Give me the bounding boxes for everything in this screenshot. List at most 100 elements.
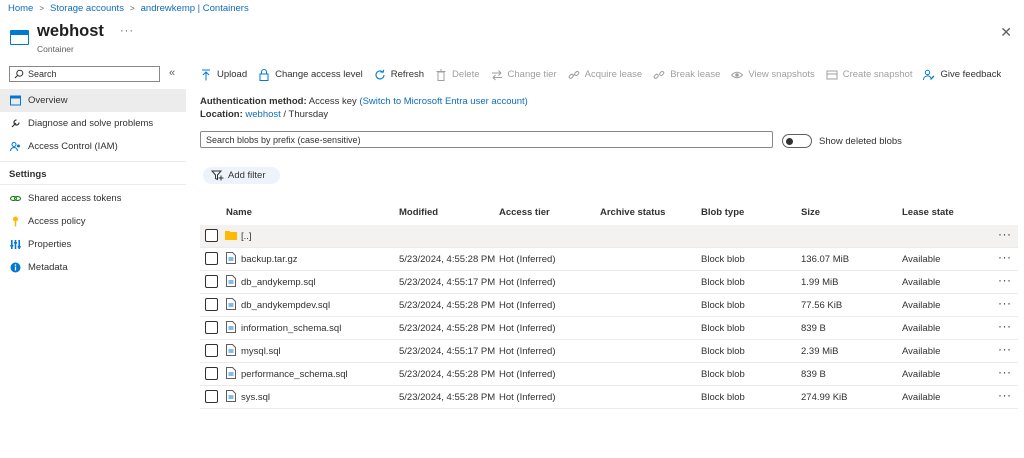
table-row[interactable]: db_andykemp.sql 5/23/2024, 4:55:17 PM Ho… [200, 271, 1018, 294]
breadcrumb-containers[interactable]: andrewkemp | Containers [141, 3, 249, 14]
show-deleted-toggle[interactable] [782, 134, 812, 148]
sidebar-search-input[interactable] [28, 69, 148, 79]
upload-button[interactable]: Upload [200, 69, 247, 81]
acquire-lease-button[interactable]: Acquire lease [568, 69, 642, 81]
change-tier-button[interactable]: Change tier [491, 69, 557, 81]
file-icon [226, 321, 236, 333]
row-more-button[interactable]: ··· [998, 250, 1012, 264]
collapse-sidebar-button[interactable]: « [169, 67, 175, 79]
row-more-button[interactable]: ··· [998, 227, 1012, 241]
blob-size: 2.39 MiB [801, 346, 839, 357]
blob-name-link[interactable]: db_andykempdev.sql [241, 300, 330, 311]
close-button[interactable]: ✕ [1000, 24, 1012, 41]
row-checkbox[interactable] [205, 275, 218, 288]
delete-label: Delete [452, 69, 480, 80]
table-row[interactable]: performance_schema.sql 5/23/2024, 4:55:2… [200, 363, 1018, 386]
row-checkbox[interactable] [205, 344, 218, 357]
row-more-button[interactable]: ··· [998, 342, 1012, 356]
row-more-button[interactable]: ··· [998, 319, 1012, 333]
column-header-access-tier[interactable]: Access tier [499, 207, 550, 218]
settings-heading: Settings [9, 169, 47, 180]
row-more-button[interactable]: ··· [998, 296, 1012, 310]
properties-icon [10, 239, 21, 250]
delete-button[interactable]: Delete [435, 69, 480, 81]
blob-modified: 5/23/2024, 4:55:17 PM [399, 346, 496, 357]
table-row[interactable]: sys.sql 5/23/2024, 4:55:28 PM Hot (Infer… [200, 386, 1018, 409]
sidebar-item-iam[interactable]: Access Control (IAM) [0, 135, 186, 158]
sidebar-item-label: Diagnose and solve problems [28, 118, 154, 129]
row-checkbox[interactable] [205, 367, 218, 380]
snapshot-icon [826, 69, 838, 81]
iam-icon [10, 141, 21, 152]
more-actions-button[interactable]: ··· [120, 25, 134, 37]
row-more-button[interactable]: ··· [998, 273, 1012, 287]
table-row-parent[interactable]: [..] ··· [200, 225, 1018, 248]
blob-search-input[interactable] [206, 134, 766, 145]
blob-lease-state: Available [902, 346, 941, 357]
column-header-archive-status[interactable]: Archive status [600, 207, 665, 218]
blob-type: Block blob [701, 392, 745, 403]
sidebar-item-shared-access-tokens[interactable]: Shared access tokens [0, 187, 186, 210]
blob-name-link[interactable]: information_schema.sql [241, 323, 341, 334]
blob-access-tier: Hot (Inferred) [499, 323, 556, 334]
row-checkbox[interactable] [205, 390, 218, 403]
sidebar-item-diagnose[interactable]: Diagnose and solve problems [0, 112, 186, 135]
add-filter-button[interactable]: Add filter [203, 167, 280, 184]
blob-access-tier: Hot (Inferred) [499, 346, 556, 357]
change-access-level-label: Change access level [275, 69, 363, 80]
break-lease-button[interactable]: Break lease [653, 69, 720, 81]
blob-name-link[interactable]: mysql.sql [241, 346, 281, 357]
breadcrumb-storage-accounts[interactable]: Storage accounts [50, 3, 124, 14]
sidebar-item-metadata[interactable]: Metadata [0, 256, 186, 279]
location-separator: / [283, 109, 287, 120]
table-row[interactable]: backup.tar.gz 5/23/2024, 4:55:28 PM Hot … [200, 248, 1018, 271]
lease-link-icon [568, 69, 580, 81]
blob-lease-state: Available [902, 323, 941, 334]
blob-name-link[interactable]: db_andykemp.sql [241, 277, 315, 288]
location-label: Location: [200, 109, 243, 120]
row-checkbox[interactable] [205, 229, 218, 242]
give-feedback-button[interactable]: Give feedback [923, 69, 1001, 81]
blob-name-link[interactable]: backup.tar.gz [241, 254, 298, 265]
sidebar-item-label: Access Control (IAM) [28, 141, 118, 152]
blob-access-tier: Hot (Inferred) [499, 392, 556, 403]
chevron-right-icon: > [39, 4, 45, 13]
table-row[interactable]: db_andykempdev.sql 5/23/2024, 4:55:28 PM… [200, 294, 1018, 317]
trash-icon [435, 69, 447, 81]
switch-auth-link[interactable]: (Switch to Microsoft Entra user account) [359, 96, 527, 107]
location-root-link[interactable]: webhost [245, 109, 280, 120]
column-header-name[interactable]: Name [226, 207, 252, 218]
folder-icon [225, 231, 237, 240]
blob-name-link[interactable]: sys.sql [241, 392, 270, 403]
sidebar-item-label: Properties [28, 239, 72, 250]
blob-search[interactable] [200, 131, 773, 148]
sidebar-item-label: Metadata [28, 262, 68, 273]
refresh-button[interactable]: Refresh [374, 69, 424, 81]
row-more-button[interactable]: ··· [998, 365, 1012, 379]
blob-type: Block blob [701, 323, 745, 334]
blob-size: 1.99 MiB [801, 277, 839, 288]
table-row[interactable]: information_schema.sql 5/23/2024, 4:55:2… [200, 317, 1018, 340]
create-snapshot-button[interactable]: Create snapshot [826, 69, 912, 81]
row-checkbox[interactable] [205, 252, 218, 265]
column-header-blob-type[interactable]: Blob type [701, 207, 744, 218]
blob-access-tier: Hot (Inferred) [499, 277, 556, 288]
change-access-level-button[interactable]: Change access level [258, 68, 363, 81]
sidebar-search[interactable] [9, 66, 160, 82]
row-checkbox[interactable] [205, 321, 218, 334]
lock-icon [258, 68, 270, 81]
sidebar-item-properties[interactable]: Properties [0, 233, 186, 256]
column-header-size[interactable]: Size [801, 207, 820, 218]
row-checkbox[interactable] [205, 298, 218, 311]
breadcrumb-home[interactable]: Home [8, 3, 33, 14]
table-row[interactable]: mysql.sql 5/23/2024, 4:55:17 PM Hot (Inf… [200, 340, 1018, 363]
parent-folder-link[interactable]: [..] [241, 231, 252, 242]
column-header-modified[interactable]: Modified [399, 207, 438, 218]
row-more-button[interactable]: ··· [998, 388, 1012, 402]
blob-name-link[interactable]: performance_schema.sql [241, 369, 348, 380]
view-snapshots-button[interactable]: View snapshots [731, 69, 815, 81]
column-header-lease-state[interactable]: Lease state [902, 207, 954, 218]
file-icon [226, 367, 236, 379]
sidebar-item-access-policy[interactable]: Access policy [0, 210, 186, 233]
sidebar-item-overview[interactable]: Overview [0, 89, 186, 112]
